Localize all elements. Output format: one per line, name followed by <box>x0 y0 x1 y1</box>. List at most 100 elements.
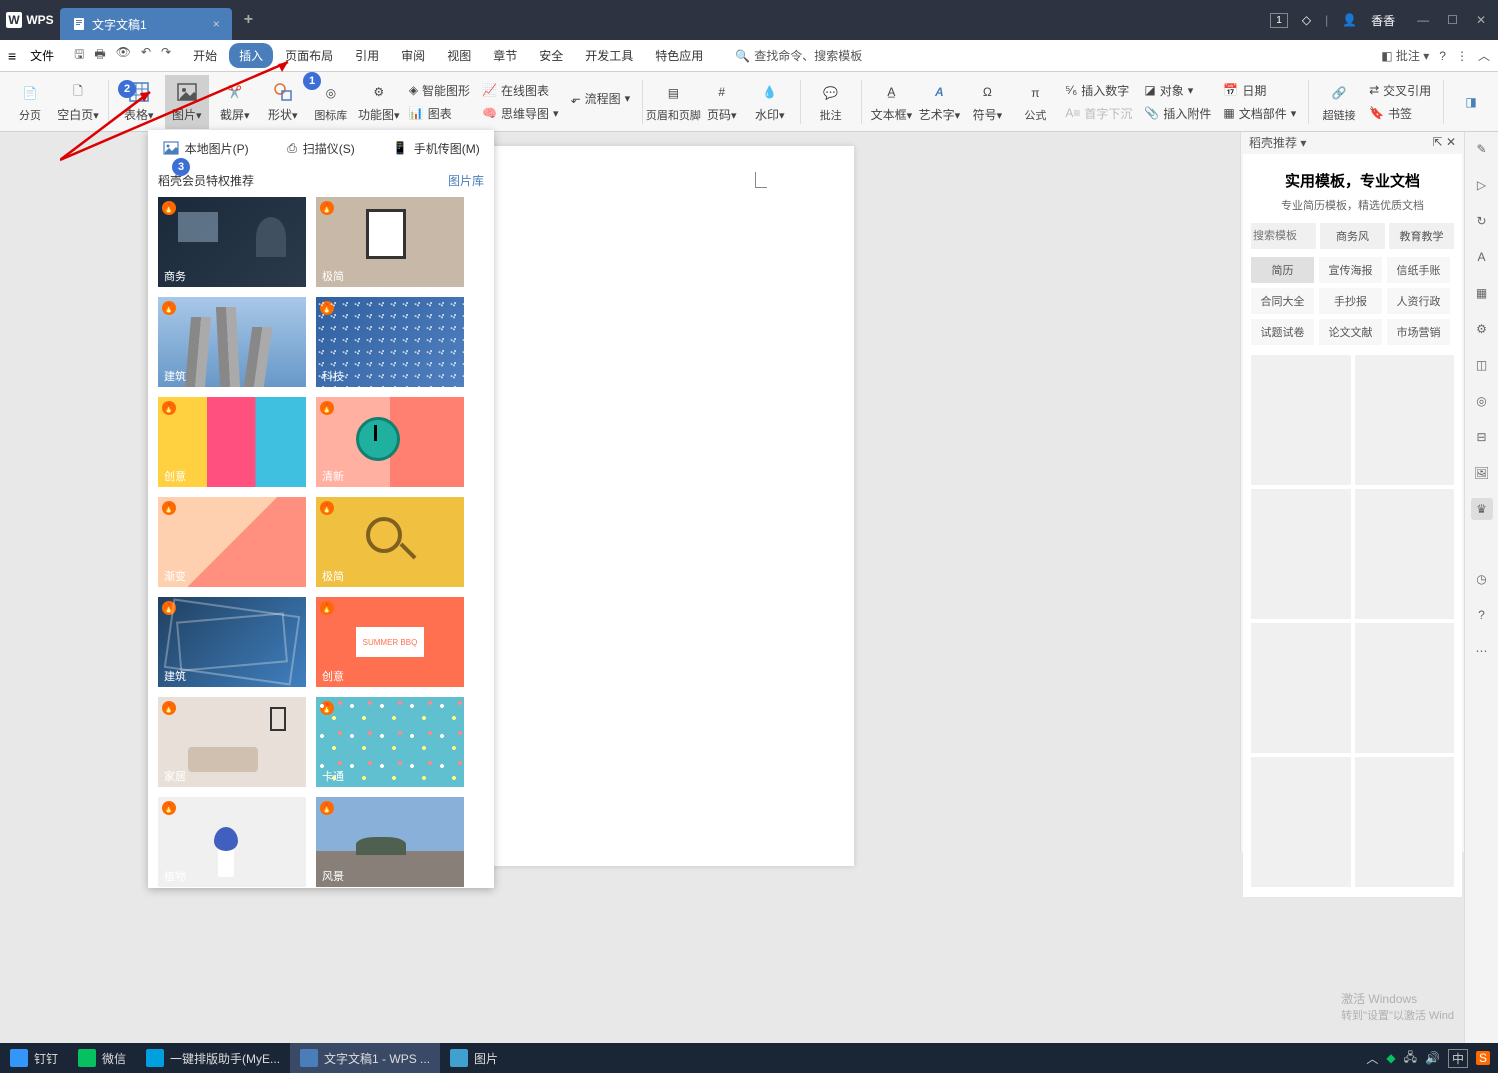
tab-layout[interactable]: 页面布局 <box>275 43 343 68</box>
picture-button[interactable]: 图片▾ <box>165 75 209 129</box>
tab-view[interactable]: 视图 <box>437 43 481 68</box>
page-number-button[interactable]: #页码▾ <box>700 75 744 129</box>
taskbar-item-helper[interactable]: 一键排版助手(MyE... <box>136 1043 290 1073</box>
image-thumb[interactable]: 🔥商务 <box>158 197 306 287</box>
collapse-ribbon-icon[interactable]: ︿ <box>1478 47 1490 64</box>
smart-graphic-button[interactable]: ◈智能图形 <box>405 80 474 101</box>
template-thumb[interactable] <box>1355 355 1455 485</box>
template-tag[interactable]: 宣传海报 <box>1319 257 1382 283</box>
pencil-tool-icon[interactable]: ✎ <box>1471 138 1493 160</box>
image-thumb[interactable]: 🔥家居 <box>158 697 306 787</box>
template-search-input[interactable] <box>1251 223 1316 249</box>
image-thumb[interactable]: 🔥建筑 <box>158 297 306 387</box>
crown-icon[interactable]: ♛ <box>1471 498 1493 520</box>
scanner-option[interactable]: ⎙ 扫描仪(S) <box>263 140 378 157</box>
template-thumb[interactable] <box>1355 489 1455 619</box>
tray-sogou-icon[interactable]: S <box>1476 1051 1490 1065</box>
template-thumb[interactable] <box>1251 489 1351 619</box>
search-icon[interactable]: 🔍 <box>735 49 750 63</box>
watermark-button[interactable]: 💧水印▾ <box>748 75 792 129</box>
symbol-button[interactable]: Ω符号▾ <box>965 75 1009 129</box>
tab-reference[interactable]: 引用 <box>345 43 389 68</box>
template-tag[interactable]: 手抄报 <box>1319 288 1382 314</box>
tray-app-icon[interactable]: ◆ <box>1386 1051 1395 1065</box>
taskbar-item-wechat[interactable]: 微信 <box>68 1043 136 1073</box>
refresh-icon[interactable]: ↻ <box>1471 210 1493 232</box>
panel-pin-icon[interactable]: ⇱ <box>1433 135 1443 149</box>
formula-button[interactable]: π公式 <box>1013 75 1057 129</box>
more-icon[interactable]: ⋮ <box>1456 49 1468 63</box>
template-tag[interactable]: 市场营销 <box>1387 319 1450 345</box>
select-tool-icon[interactable]: ▷ <box>1471 174 1493 196</box>
tab-feature[interactable]: 特色应用 <box>645 43 713 68</box>
user-avatar-icon[interactable]: 👤 <box>1342 13 1357 27</box>
hyperlink-button[interactable]: 🔗超链接 <box>1317 75 1361 129</box>
template-tab-business[interactable]: 商务风 <box>1320 223 1385 249</box>
template-tag[interactable]: 信纸手账 <box>1387 257 1450 283</box>
coins-icon[interactable]: ◎ <box>1471 390 1493 412</box>
image-thumb[interactable]: 🔥卡通 <box>316 697 464 787</box>
image-thumb[interactable]: 🔥SUMMER BBQ创意 <box>316 597 464 687</box>
badge-indicator[interactable]: 1 <box>1270 13 1288 28</box>
search-hint[interactable]: 查找命令、搜索模板 <box>754 47 862 64</box>
shape-button[interactable]: 形状▾ <box>261 75 305 129</box>
template-thumb[interactable] <box>1251 757 1351 887</box>
document-tab[interactable]: 文字文稿1 × <box>60 8 232 40</box>
header-footer-button[interactable]: ▤页眉和页脚 <box>651 75 696 129</box>
tab-start[interactable]: 开始 <box>183 43 227 68</box>
layers-icon[interactable]: ◫ <box>1471 354 1493 376</box>
insert-number-button[interactable]: ⁵⁄₆插入数字 <box>1061 80 1136 101</box>
template-tag[interactable]: 人资行政 <box>1387 288 1450 314</box>
image-thumb[interactable]: 🔥清新 <box>316 397 464 487</box>
online-chart-button[interactable]: 📈在线图表 <box>478 80 563 101</box>
local-picture-option[interactable]: 本地图片(P) <box>148 140 263 157</box>
mind-map-button[interactable]: 🧠思维导图▾ <box>478 103 563 124</box>
textbox-button[interactable]: A̲文本框▾ <box>869 75 913 129</box>
attachment-button[interactable]: 📎插入附件 <box>1140 103 1215 124</box>
text-tool-icon[interactable]: A <box>1471 246 1493 268</box>
template-thumb[interactable] <box>1251 355 1351 485</box>
image-thumb[interactable]: 🔥创意 <box>158 397 306 487</box>
ribbon-more-button[interactable]: ◨ <box>1452 75 1490 129</box>
close-window-icon[interactable]: ✕ <box>1476 13 1486 27</box>
chart-button[interactable]: 📊图表 <box>405 103 474 124</box>
bookmark-button[interactable]: 🔖书签 <box>1365 103 1435 124</box>
page-break-button[interactable]: 📄分页 <box>8 75 52 129</box>
image-tool-icon[interactable]: 🖼 <box>1471 462 1493 484</box>
hamburger-icon[interactable]: ≡ <box>8 48 16 64</box>
image-thumb[interactable]: 🔥渐变 <box>158 497 306 587</box>
image-thumb[interactable]: 🔥建筑 <box>158 597 306 687</box>
help-tool-icon[interactable]: ? <box>1471 604 1493 626</box>
preview-icon[interactable]: 👁 <box>116 45 131 66</box>
taskbar-item-wps[interactable]: 文字文稿1 - WPS ... <box>290 1043 440 1073</box>
minimize-icon[interactable]: — <box>1417 13 1429 27</box>
template-tag[interactable]: 简历 <box>1251 257 1314 283</box>
template-tag[interactable]: 试题试卷 <box>1251 319 1314 345</box>
image-thumb[interactable]: 🔥科技 <box>316 297 464 387</box>
template-thumb[interactable] <box>1355 623 1455 753</box>
taskbar-item-dingtalk[interactable]: 钉钉 <box>0 1043 68 1073</box>
panel-close-icon[interactable]: ✕ <box>1446 135 1456 149</box>
new-tab-button[interactable]: + <box>244 11 253 29</box>
arttext-button[interactable]: A艺术字▾ <box>917 75 961 129</box>
help-icon[interactable]: ? <box>1439 49 1446 63</box>
tray-chevron-icon[interactable]: ︿ <box>1366 1050 1378 1067</box>
date-button[interactable]: 📅日期 <box>1219 80 1300 101</box>
settings-tool-icon[interactable]: ⚙ <box>1471 318 1493 340</box>
more-tool-icon[interactable]: ⋯ <box>1471 640 1493 662</box>
tray-network-icon[interactable]: 🖧 <box>1404 1048 1417 1069</box>
expand-icon[interactable]: ⊟ <box>1471 426 1493 448</box>
tray-ime[interactable]: 中 <box>1448 1049 1468 1068</box>
annotate-button[interactable]: 💬批注 <box>809 75 853 129</box>
template-tag[interactable]: 论文文献 <box>1319 319 1382 345</box>
save-icon[interactable]: 🖫 <box>74 45 84 66</box>
tab-devtools[interactable]: 开发工具 <box>575 43 643 68</box>
image-thumb[interactable]: 🔥极简 <box>316 497 464 587</box>
doc-parts-button[interactable]: ▦文档部件▾ <box>1219 103 1300 124</box>
image-library-link[interactable]: 图片库 <box>448 172 484 189</box>
flow-chart-button[interactable]: ⬐流程图▾ <box>567 88 635 109</box>
file-menu[interactable]: 文件 <box>22 43 62 68</box>
table-tool-icon[interactable]: ▦ <box>1471 282 1493 304</box>
tab-review[interactable]: 审阅 <box>391 43 435 68</box>
redo-icon[interactable]: ↷ <box>161 45 171 66</box>
